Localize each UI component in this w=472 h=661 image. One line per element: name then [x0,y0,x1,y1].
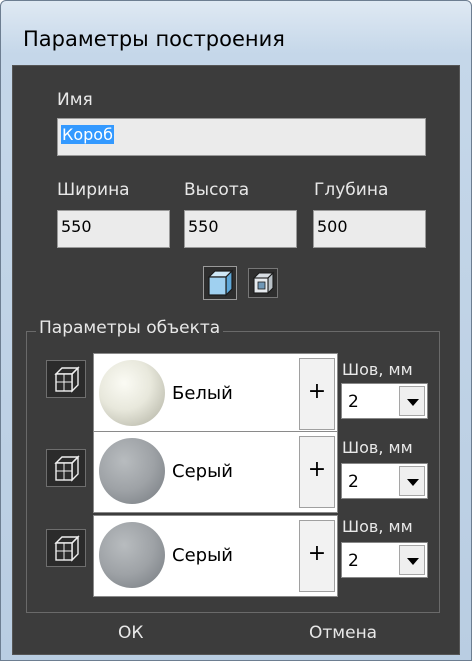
name-input-value: Короб [61,125,114,144]
row2-material-swatch[interactable]: Серый + [93,431,338,513]
cube-solid-toggle[interactable] [203,266,237,300]
name-label: Имя [57,90,93,110]
row3-material-swatch[interactable]: Серый + [93,515,338,597]
row3-seam-select[interactable]: 2 [341,542,428,578]
material-preview [99,438,165,504]
height-input[interactable]: 550 [184,210,297,248]
title-bar[interactable]: Параметры построения [1,1,471,63]
depth-input[interactable]: 500 [313,210,426,248]
cancel-button[interactable]: Отмена [309,623,377,643]
row3-face-button[interactable] [46,529,86,567]
cube-inner-toggle[interactable] [248,268,278,298]
row1-seam-select[interactable]: 2 [341,383,428,419]
cube-solid-icon [207,269,234,297]
row2-seam-label: Шов, мм [342,438,413,457]
width-label: Ширина [57,180,130,200]
depth-input-value: 500 [317,217,348,236]
cube-face-icon [54,455,80,482]
depth-label: Глубина [314,180,389,200]
row1-seam-value: 2 [348,392,359,412]
height-label: Высота [184,180,250,200]
row2-seam-select[interactable]: 2 [341,463,428,499]
row3-add-button[interactable]: + [299,520,335,592]
row2-face-button[interactable] [46,449,86,487]
chevron-down-icon[interactable] [399,545,425,575]
material-name: Белый [172,383,233,404]
row3-seam-label: Шов, мм [342,517,413,536]
chevron-down-icon[interactable] [399,466,425,496]
cube-face-icon [54,535,80,562]
row1-material-swatch[interactable]: Белый + [93,353,338,435]
material-name: Серый [172,545,233,566]
window-title: Параметры построения [23,27,285,51]
object-params-label: Параметры объекта [36,318,224,338]
row2-add-button[interactable]: + [299,436,335,508]
cube-inner-icon [252,271,275,295]
name-input[interactable]: Короб [57,118,426,156]
row1-seam-label: Шов, мм [342,360,413,379]
row2-seam-value: 2 [348,472,359,492]
material-preview [99,360,165,426]
width-input-value: 550 [61,217,92,236]
row1-face-button[interactable] [46,360,86,398]
height-input-value: 550 [188,217,219,236]
chevron-down-icon[interactable] [399,386,425,416]
row3-seam-value: 2 [348,551,359,571]
material-name: Серый [172,461,233,482]
ok-button[interactable]: ОК [118,623,143,643]
material-preview [99,522,165,588]
row1-add-button[interactable]: + [299,358,335,430]
cube-face-icon [54,366,80,393]
width-input[interactable]: 550 [57,210,170,248]
